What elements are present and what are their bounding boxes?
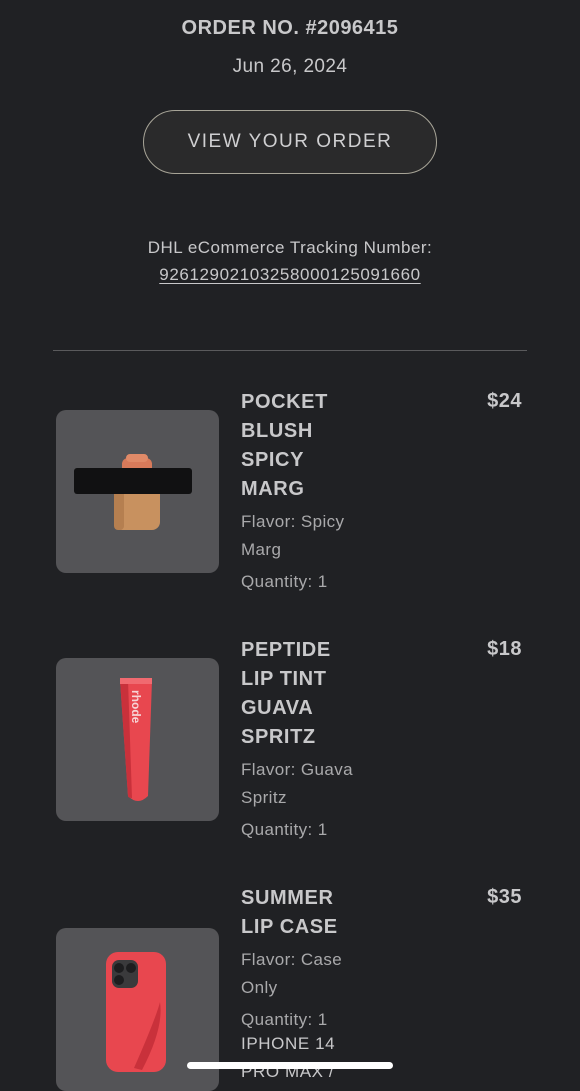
item-variant: IPHONE 14 PRO MAX / [241, 1034, 336, 1081]
view-your-order-button[interactable]: VIEW YOUR ORDER [143, 110, 437, 174]
order-number: ORDER NO. #2096415 [181, 17, 399, 39]
lip-tint-tube-icon: rhode [120, 678, 152, 801]
item-flavor: Flavor: Case Only [241, 950, 343, 997]
item-price: $35 [487, 886, 522, 908]
item-name[interactable]: PEPTIDE LIP TINT GUAVA SPRITZ [241, 636, 361, 752]
item-price: $18 [487, 638, 522, 660]
product-image-lip-tint[interactable]: rhode [56, 658, 219, 821]
tracking-number-link[interactable]: 9261290210325800012509166​0 [159, 265, 420, 284]
item-info: POCKET BLUSH SPICY MARG Flavor: Spicy Ma… [241, 388, 441, 596]
tracking-section: DHL eCommerce Tracking Number: 926129021… [0, 234, 580, 288]
divider [53, 350, 527, 351]
item-flavor: Flavor: Guava Spritz [241, 760, 353, 807]
item-name[interactable]: SUMMER LIP CASE [241, 884, 361, 942]
item-price: $24 [487, 390, 522, 412]
product-image-pocket-blush[interactable] [56, 410, 219, 573]
tracking-label: DHL eCommerce Tracking Number: [147, 238, 433, 257]
item-quantity: Quantity: 1 [241, 820, 328, 839]
home-indicator[interactable] [187, 1062, 393, 1069]
order-date: Jun 26, 2024 [232, 56, 348, 77]
item-info: PEPTIDE LIP TINT GUAVA SPRITZ Flavor: Gu… [241, 636, 441, 844]
blush-stick-icon [74, 454, 192, 530]
order-header: ORDER NO. #2096415 Jun 26, 2024 VIEW YOU… [0, 0, 580, 288]
item-flavor: Flavor: Spicy Marg [241, 512, 345, 559]
item-name[interactable]: POCKET BLUSH SPICY MARG [241, 388, 361, 504]
item-quantity: Quantity: 1 [241, 572, 328, 591]
item-info: SUMMER LIP CASE Flavor: Case Only Quanti… [241, 884, 441, 1086]
tube-brand-text: rhode [129, 690, 143, 724]
